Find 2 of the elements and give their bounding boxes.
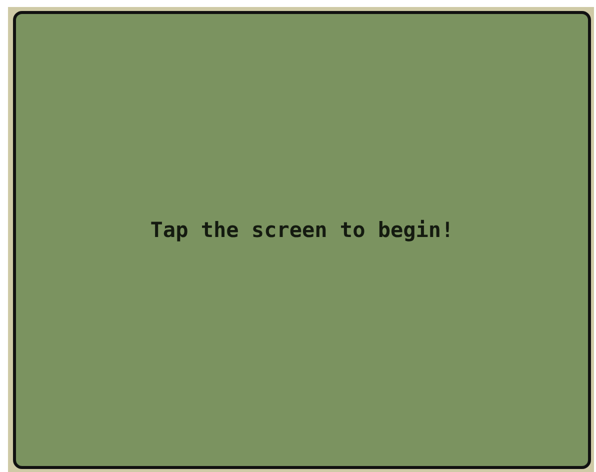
lcd-screen[interactable]: Tap the screen to begin! [13, 11, 591, 469]
start-prompt: Tap the screen to begin! [150, 218, 454, 242]
